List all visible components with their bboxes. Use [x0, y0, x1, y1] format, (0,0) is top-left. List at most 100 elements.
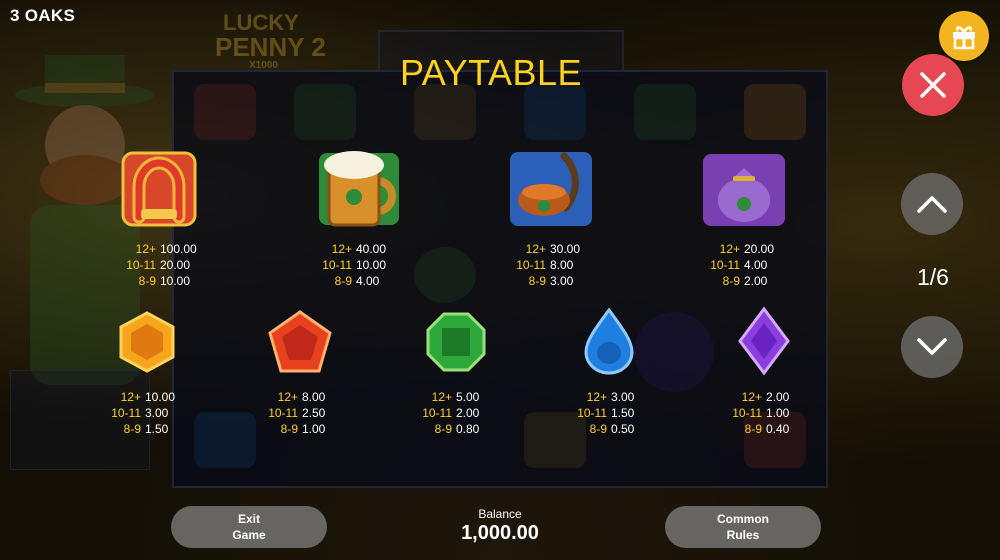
chevron-down-icon	[917, 338, 947, 355]
common-rules-button[interactable]: Common Rules	[665, 506, 821, 548]
purple-diamond-gem-icon	[738, 306, 790, 376]
payout-value: 10.00	[356, 258, 387, 272]
payout-value: 0.40	[766, 422, 790, 436]
payout-value: 5.00	[456, 390, 480, 404]
payout-count: 10-11	[422, 406, 452, 420]
payout-value: 2.00	[456, 406, 480, 420]
horseshoe-icon	[121, 151, 197, 227]
payout-row: 10-11 10.00	[318, 257, 386, 273]
next-page-button[interactable]	[901, 316, 963, 378]
payout-count: 8-9	[280, 422, 298, 436]
payout-row: 12+ 2.00	[728, 389, 790, 405]
payout-row: 10-11 8.00	[512, 257, 580, 273]
payout-count: 10-11	[710, 258, 740, 272]
payout-row: 8-9 1.50	[107, 421, 175, 437]
provider-name: 3 OAKS	[10, 6, 76, 25]
payout-value: 1.50	[611, 406, 635, 420]
exit-game-button[interactable]: Exit Game	[171, 506, 327, 548]
payout-value: 100.00	[160, 242, 197, 256]
payout-count: 12+	[741, 390, 762, 404]
payout-row: 8-9 3.00	[512, 273, 580, 289]
payout-row: 12+ 30.00	[512, 241, 580, 257]
payout-count: 12+	[431, 390, 452, 404]
pipe-icon	[510, 152, 592, 226]
payout-row: 12+ 40.00	[318, 241, 386, 257]
blue-drop-gem-icon	[584, 307, 634, 375]
payout-count: 12+	[719, 242, 740, 256]
payout-count: 12+	[277, 390, 298, 404]
payout-count: 8-9	[334, 274, 352, 288]
payout-count: 12+	[135, 242, 156, 256]
payout-value: 40.00	[356, 242, 387, 256]
payout-row: 8-9 2.00	[706, 273, 774, 289]
payout-row: 8-9 0.40	[728, 421, 790, 437]
payout-value: 4.00	[744, 258, 768, 272]
payout-row: 10-11 3.00	[107, 405, 175, 421]
payout-row: 12+ 3.00	[573, 389, 635, 405]
payout-count: 8-9	[744, 422, 762, 436]
payout-table-pipe: 12+ 30.00 10-11 8.00 8-9 3.00	[512, 241, 580, 289]
payout-value: 4.00	[356, 274, 380, 288]
payout-count: 10-11	[111, 406, 141, 420]
payout-value: 10.00	[160, 274, 191, 288]
payout-row: 8-9 4.00	[318, 273, 386, 289]
payout-count: 8-9	[138, 274, 156, 288]
payout-count: 10-11	[322, 258, 352, 272]
payout-value: 2.00	[744, 274, 768, 288]
payout-count: 10-11	[126, 258, 156, 272]
payout-table-beer-mug: 12+ 40.00 10-11 10.00 8-9 4.00	[318, 241, 386, 289]
gift-button[interactable]	[939, 11, 989, 61]
payout-value: 1.50	[145, 422, 169, 436]
beer-mug-icon	[319, 151, 399, 227]
payout-value: 10.00	[145, 390, 176, 404]
payout-count: 10-11	[268, 406, 298, 420]
previous-page-button[interactable]	[901, 173, 963, 235]
gift-icon	[953, 26, 975, 50]
payout-count: 10-11	[732, 406, 762, 420]
payout-value: 3.00	[145, 406, 169, 420]
payout-value: 3.00	[611, 390, 635, 404]
payout-count: 8-9	[528, 274, 546, 288]
payout-row: 12+ 8.00	[264, 389, 326, 405]
payout-value: 0.80	[456, 422, 480, 436]
payout-count: 12+	[331, 242, 352, 256]
payout-row: 12+ 5.00	[418, 389, 480, 405]
green-octagon-gem-icon	[426, 312, 486, 372]
payout-count: 8-9	[722, 274, 740, 288]
payout-value: 8.00	[302, 390, 326, 404]
rules-label-line-2: Rules	[726, 528, 760, 542]
payout-count: 12+	[120, 390, 141, 404]
orange-hexagon-gem-icon	[119, 311, 175, 373]
exit-label-line-1: Exit	[237, 512, 260, 526]
payout-count: 10-11	[516, 258, 546, 272]
close-icon	[920, 72, 946, 98]
payout-value: 1.00	[302, 422, 326, 436]
payout-value: 2.50	[302, 406, 326, 420]
payout-value: 1.00	[766, 406, 790, 420]
page-indicator: 1/6	[917, 264, 949, 290]
payout-row: 8-9 10.00	[122, 273, 197, 289]
rules-label-line-1: Common	[717, 512, 769, 526]
payout-table-red-pentagon-gem: 12+ 8.00 10-11 2.50 8-9 1.00	[264, 389, 325, 437]
payout-value: 30.00	[550, 242, 581, 256]
payout-value: 20.00	[744, 242, 775, 256]
payout-table-orange-hexagon-gem: 12+ 10.00 10-11 3.00 8-9 1.50	[107, 389, 175, 437]
red-pentagon-gem-icon	[268, 310, 332, 373]
payout-row: 10-11 4.00	[706, 257, 774, 273]
payout-table-money-bag: 12+ 20.00 10-11 4.00 8-9 2.00	[706, 241, 774, 289]
chevron-up-icon	[917, 196, 947, 213]
payout-count: 8-9	[589, 422, 607, 436]
exit-label-line-2: Game	[232, 528, 266, 542]
payout-table-purple-diamond-gem: 12+ 2.00 10-11 1.00 8-9 0.40	[728, 389, 789, 437]
payout-value: 8.00	[550, 258, 574, 272]
payout-table-blue-drop-gem: 12+ 3.00 10-11 1.50 8-9 0.50	[573, 389, 634, 437]
payout-table-horseshoe: 12+ 100.00 10-11 20.00 8-9 10.00	[122, 241, 197, 289]
payout-row: 12+ 20.00	[706, 241, 774, 257]
payout-value: 0.50	[611, 422, 635, 436]
balance-label: Balance	[478, 507, 522, 521]
payout-row: 10-11 1.00	[728, 405, 789, 421]
payout-row: 10-11 20.00	[122, 257, 197, 273]
payout-row: 10-11 2.00	[418, 405, 479, 421]
payout-count: 8-9	[123, 422, 141, 436]
close-button[interactable]	[902, 54, 964, 116]
